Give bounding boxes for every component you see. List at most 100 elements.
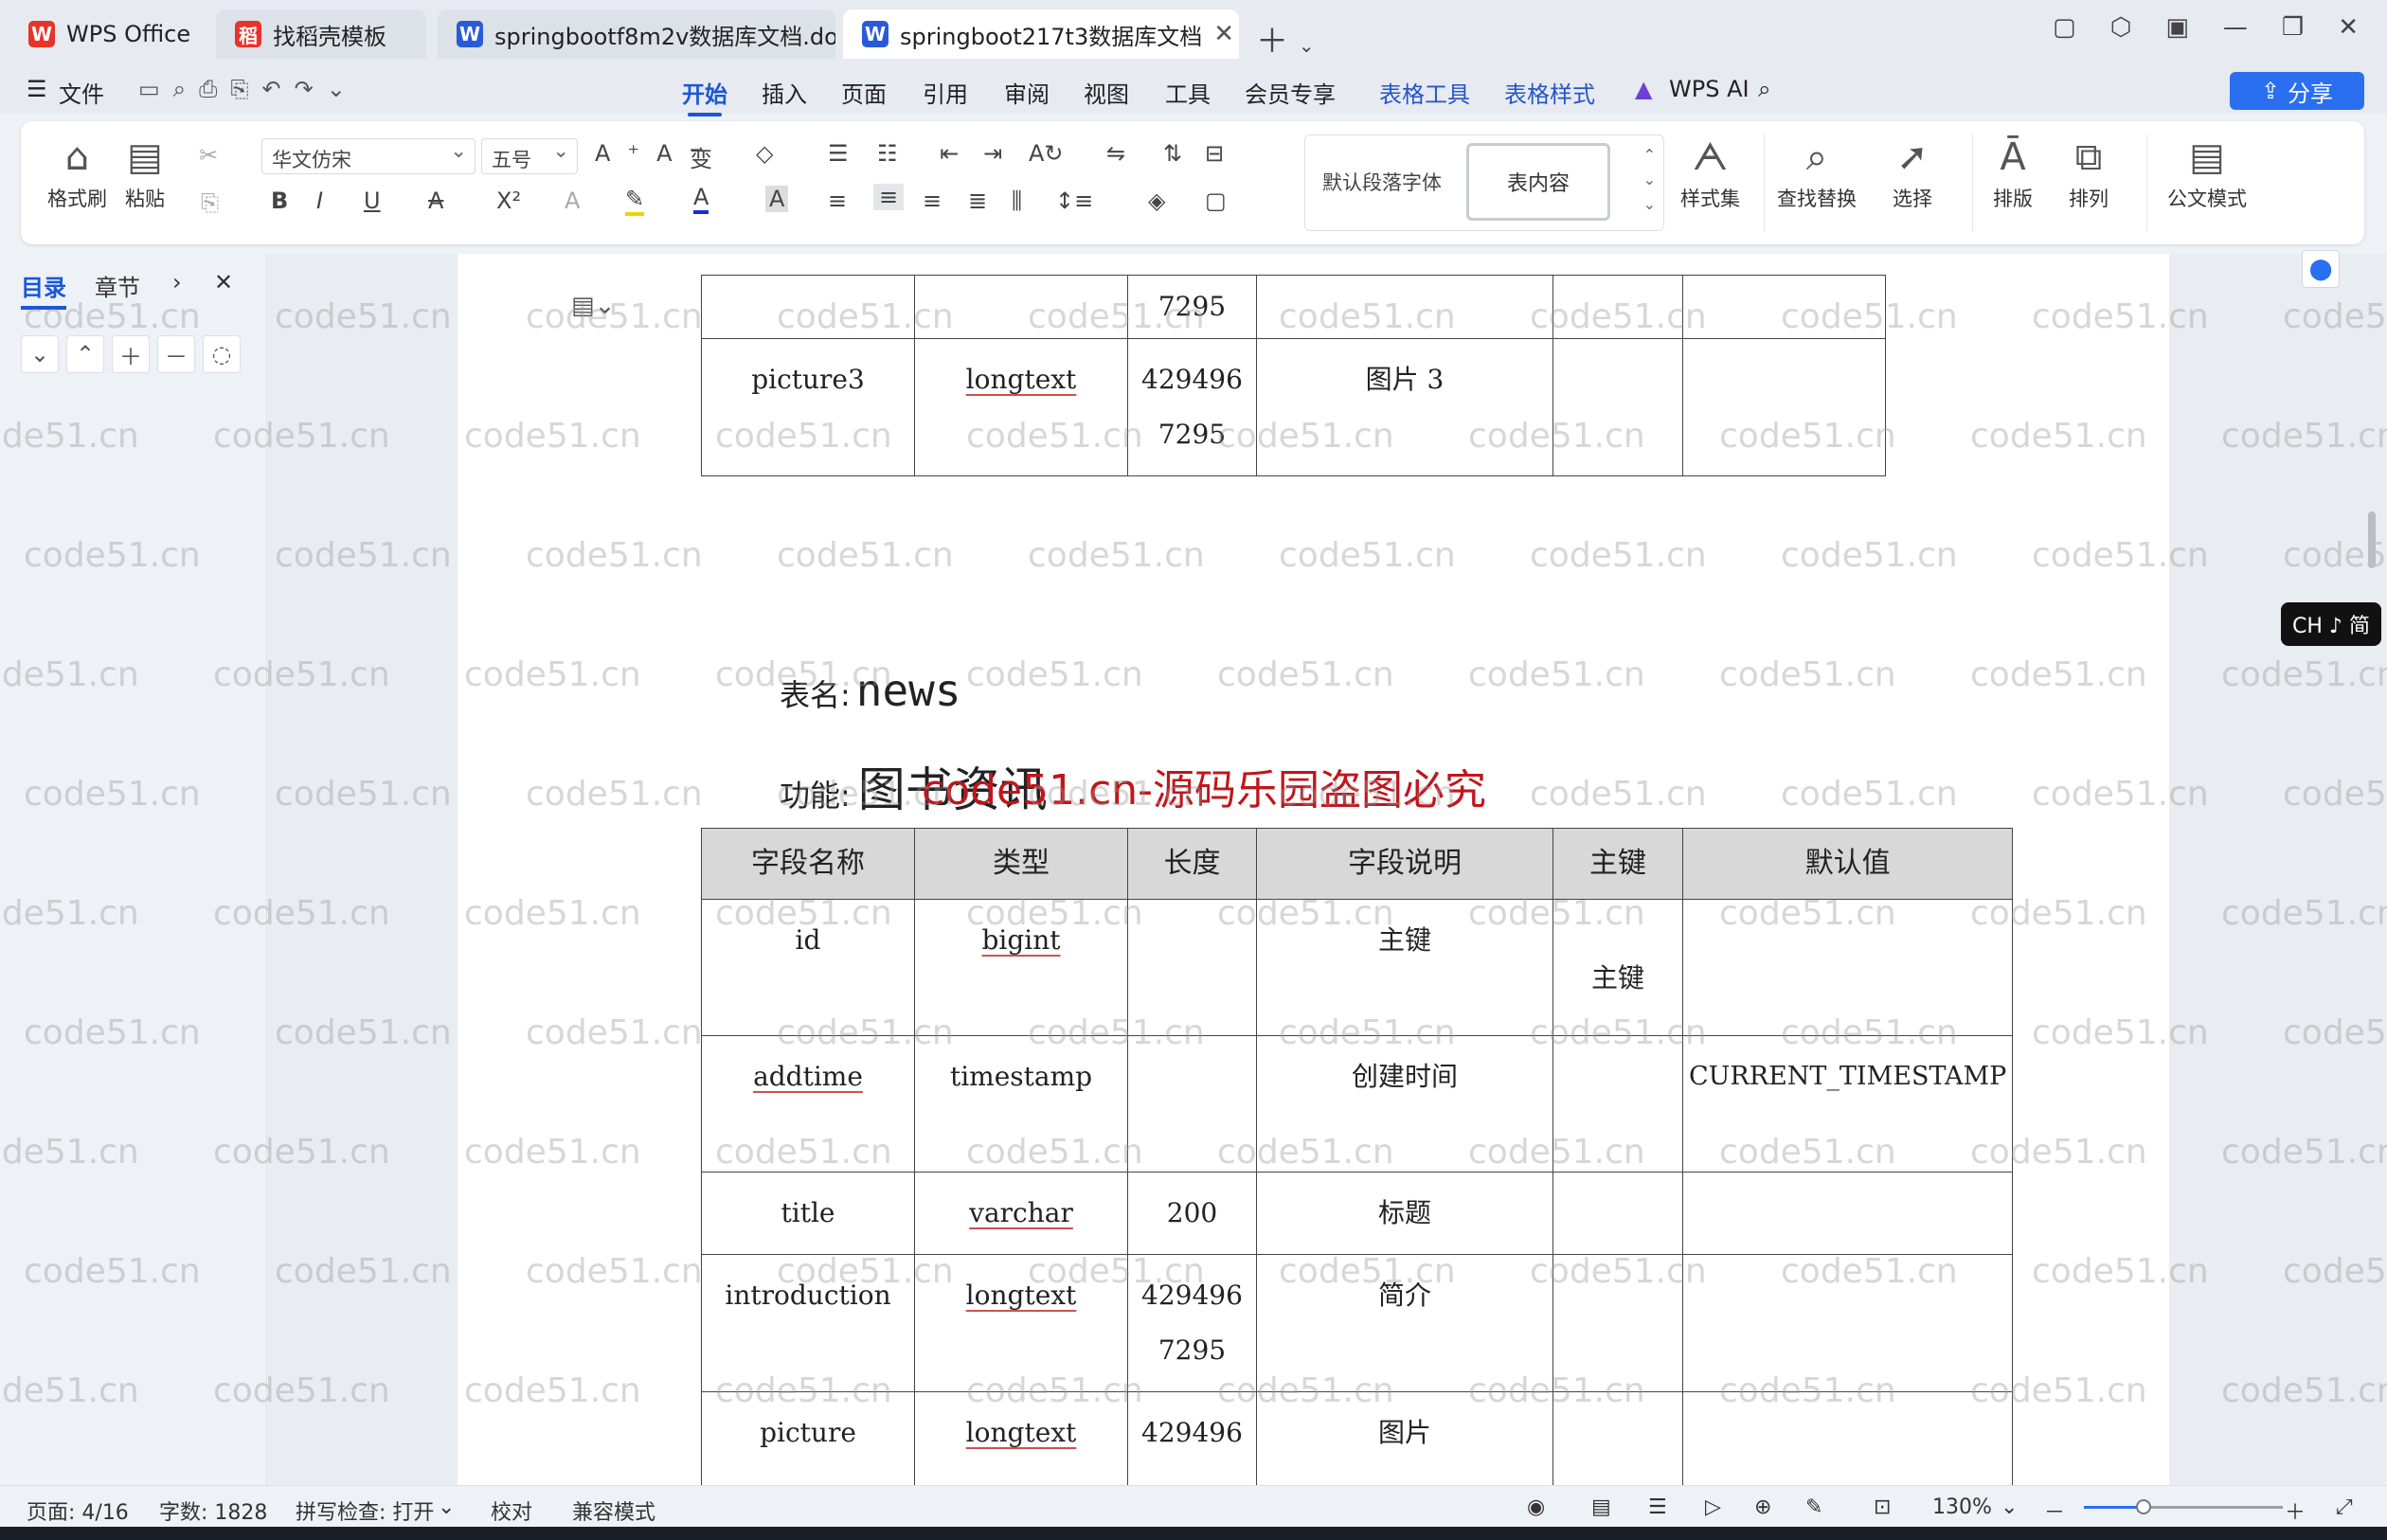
font-family-select[interactable]: 华文仿宋 — [261, 138, 476, 174]
menu-insert[interactable]: 插入 — [762, 76, 807, 109]
cell[interactable] — [1256, 275, 1553, 339]
superscript-icon[interactable]: X² — [496, 188, 521, 214]
tab-template[interactable]: 稻 找稻壳模板 — [216, 9, 426, 59]
decrease-indent-icon[interactable]: ⇤ — [940, 140, 959, 167]
hamburger-menu-icon[interactable]: ☰ — [27, 76, 47, 102]
nav-tab-chapter[interactable]: 章节 — [95, 269, 140, 302]
shading-icon[interactable]: ◈ — [1148, 188, 1165, 214]
cell[interactable]: 7295 — [1127, 275, 1257, 339]
cell[interactable]: introduction — [701, 1254, 915, 1392]
cell[interactable]: 主键 — [1256, 899, 1553, 1036]
quick-access-icons[interactable]: ▭⌕⎙⎘↶↷⌄ — [138, 76, 359, 102]
char-shading-icon[interactable]: A — [765, 186, 789, 212]
close-window-icon[interactable]: ✕ — [2338, 13, 2359, 42]
strikethrough-icon[interactable]: A — [428, 188, 443, 214]
align-left-icon[interactable]: ≡ — [828, 188, 847, 214]
tab-wps-office[interactable]: W WPS Office — [9, 9, 204, 59]
minimize-icon[interactable]: — — [2223, 13, 2248, 42]
close-pane-icon[interactable]: ✕ — [214, 269, 233, 295]
justify-icon[interactable]: ≣ — [968, 188, 987, 214]
column-header[interactable]: 字段名称 — [701, 828, 915, 900]
cell[interactable]: 标题 — [1256, 1172, 1553, 1255]
cell[interactable]: 429496 7295 — [1127, 338, 1257, 476]
cell[interactable]: longtext — [914, 338, 1128, 476]
close-tab-icon[interactable]: ✕ — [1202, 20, 1234, 48]
menu-page[interactable]: 页面 — [841, 76, 887, 109]
menu-home[interactable]: 开始 — [682, 76, 727, 116]
eye-icon[interactable]: ◉ — [1527, 1495, 1545, 1519]
remove-heading-icon[interactable]: － — [157, 335, 195, 373]
cell[interactable]: id — [701, 899, 915, 1036]
compat-mode[interactable]: 兼容模式 — [572, 1495, 655, 1526]
spell-check[interactable]: 拼写检查: 打开 — [296, 1495, 434, 1526]
select-button[interactable]: ➚ 选择 — [1893, 136, 1932, 212]
cell[interactable]: timestamp — [914, 1035, 1128, 1173]
fullscreen-icon[interactable]: ⤢ — [2336, 1495, 2353, 1519]
numbered-list-icon[interactable]: ☷ — [877, 140, 898, 167]
pen-icon[interactable]: ✎ — [1805, 1495, 1822, 1519]
cell[interactable]: picture — [701, 1391, 915, 1485]
cell[interactable] — [701, 275, 915, 339]
column-header[interactable]: 主键 — [1552, 828, 1683, 900]
style-gallery[interactable]: 默认段落字体 表内容 ⌃ ⌄ ⌄ — [1304, 134, 1664, 231]
layout-button[interactable]: Ā 排版 — [1993, 136, 2033, 212]
tab-doc-f8m2v[interactable]: W springbootf8m2v数据库文档.doc — [438, 9, 835, 59]
menu-review[interactable]: 审阅 — [1004, 76, 1050, 109]
cell[interactable]: 429496 7295 — [1127, 1254, 1257, 1392]
cell[interactable]: 200 — [1127, 1172, 1257, 1255]
cell[interactable]: CURRENT_TIMESTAMP — [1681, 1035, 2014, 1173]
convert-icon[interactable]: ⇋ — [1106, 140, 1125, 167]
settings-icon[interactable]: ◌ — [203, 335, 241, 373]
menu-view[interactable]: 视图 — [1084, 76, 1129, 109]
proofread[interactable]: 校对 — [491, 1495, 532, 1526]
word-count[interactable]: 字数: 1828 — [159, 1495, 267, 1526]
distribute-icon[interactable]: ⫼ — [1012, 188, 1022, 214]
arrange-button[interactable]: ⧉ 排列 — [2069, 136, 2109, 212]
cube-icon[interactable]: ⬡ — [2110, 13, 2132, 42]
cell[interactable]: longtext — [914, 1391, 1128, 1485]
ime-indicator[interactable]: CH ♪ 简 — [2281, 602, 2381, 646]
cell[interactable] — [1682, 275, 1886, 339]
cell[interactable] — [1681, 1254, 2014, 1392]
cell[interactable]: 简介 — [1256, 1254, 1553, 1392]
cell[interactable]: 图片 3 — [1256, 338, 1553, 476]
phonetic-icon[interactable]: 变 — [690, 140, 712, 173]
show-marks-icon[interactable]: ⊟ — [1205, 140, 1224, 167]
highlight-icon[interactable]: ✎ — [625, 186, 645, 216]
page-indicator[interactable]: 页面: 4/16 — [27, 1495, 129, 1526]
bullet-list-icon[interactable]: ☰ — [828, 140, 849, 167]
cell[interactable] — [1681, 1391, 2014, 1485]
menu-references[interactable]: 引用 — [923, 76, 968, 109]
menu-member[interactable]: 会员专享 — [1245, 76, 1336, 109]
nav-tab-toc[interactable]: 目录 — [21, 269, 66, 310]
cell[interactable]: varchar — [914, 1172, 1128, 1255]
menu-wps-ai[interactable]: WPS AI — [1669, 76, 1750, 102]
document-page[interactable]: ▤⌄ 7295 picture3 longtext 429496 7295 图片… — [458, 254, 2169, 1485]
style-default[interactable]: 默认段落字体 — [1322, 168, 1442, 196]
cell[interactable] — [914, 275, 1128, 339]
vertical-scrollbar[interactable] — [2368, 511, 2376, 568]
column-header[interactable]: 类型 — [914, 828, 1128, 900]
zoom-slider[interactable] — [2084, 1506, 2283, 1509]
paragraph-handle-icon[interactable]: ▤⌄ — [571, 292, 615, 320]
cell[interactable]: 429496 — [1127, 1391, 1257, 1485]
collapse-up-icon[interactable]: ⌃ — [66, 335, 104, 373]
borders-icon[interactable]: ▢ — [1205, 188, 1227, 214]
chevron-right-icon[interactable]: › — [172, 269, 182, 295]
cell[interactable] — [1127, 899, 1257, 1036]
cell[interactable] — [1552, 1172, 1683, 1255]
cut-icon[interactable]: ✂ — [199, 142, 218, 169]
sort-icon[interactable]: ⇅ — [1163, 140, 1182, 167]
cell[interactable] — [1552, 1391, 1683, 1485]
cell[interactable]: 创建时间 — [1256, 1035, 1553, 1173]
style-set-button[interactable]: ᗅ 样式集 — [1680, 136, 1740, 212]
table-name-line[interactable]: 表名: news — [780, 665, 961, 716]
web-view-icon[interactable]: ⊕ — [1754, 1495, 1771, 1519]
zoom-dropdown-icon[interactable]: ⌄ — [2001, 1495, 2018, 1519]
share-button[interactable]: ⇪ 分享 — [2230, 72, 2364, 110]
play-icon[interactable]: ▷ — [1705, 1495, 1721, 1519]
column-header[interactable]: 长度 — [1127, 828, 1257, 900]
zoom-out-icon[interactable]: － — [2044, 1495, 2065, 1526]
column-header[interactable]: 字段说明 — [1256, 828, 1553, 900]
cell[interactable] — [1552, 1035, 1683, 1173]
